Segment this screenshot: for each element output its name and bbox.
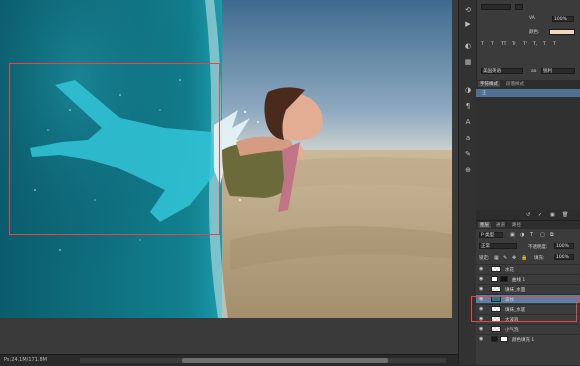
layer-row[interactable]: ◉ 水花 xyxy=(476,264,580,273)
tab-layers[interactable]: 图层 xyxy=(478,222,491,228)
character-styles-panel: 字符样式 段落样式 正 ↺ ✓ ▣ 🗑 xyxy=(476,80,580,220)
layer-row[interactable]: ◉ 曲线 1 xyxy=(476,274,580,283)
layer-row[interactable]: ◉ 小气泡 xyxy=(476,324,580,333)
faux-italic-button[interactable]: T xyxy=(491,42,494,47)
layer-thumbnail xyxy=(491,266,501,272)
small-caps-button[interactable]: Tr xyxy=(512,42,516,47)
document-canvas[interactable] xyxy=(0,0,458,318)
doc-size-readout: Ps:24.1M/171.8M xyxy=(4,357,47,363)
superscript-button[interactable]: T' xyxy=(523,42,527,47)
glyph-icon[interactable]: a xyxy=(463,134,473,143)
blend-mode-select[interactable]: 正常 xyxy=(479,243,517,249)
visibility-eye-icon[interactable]: ◉ xyxy=(479,286,483,292)
tab-paths[interactable]: 路径 xyxy=(510,222,523,228)
layer-name: 曲线 1 xyxy=(512,278,526,283)
layer-mask-thumbnail xyxy=(500,336,508,342)
style-item-label: 正 xyxy=(482,91,487,96)
swatches-icon[interactable]: ▦ xyxy=(463,58,473,67)
new-style-icon[interactable]: ▣ xyxy=(550,212,555,218)
layer-name: 水花 xyxy=(505,268,514,273)
filter-smart-icon[interactable]: ⧉ xyxy=(550,232,554,238)
faux-bold-button[interactable]: T xyxy=(481,42,484,47)
tab-character-styles[interactable]: 字符样式 xyxy=(478,81,500,87)
color-label: 颜色: xyxy=(529,30,540,35)
antialias-select[interactable]: 锐利 xyxy=(541,68,575,74)
styles-tabbar: 字符样式 段落样式 xyxy=(476,80,580,88)
canvas-pasteboard xyxy=(0,318,458,354)
character-properties-panel: VA 100% 颜色: T T TT Tr T' T, T T 美国英语 aa … xyxy=(476,0,580,80)
font-style-field[interactable] xyxy=(481,4,511,10)
text-color-swatch[interactable] xyxy=(549,29,575,35)
strikethrough-button[interactable]: T xyxy=(553,42,556,47)
layer-filter-select[interactable]: P 类型 xyxy=(479,232,503,238)
fill-label: 填充: xyxy=(534,256,545,261)
font-size-field[interactable] xyxy=(515,4,523,10)
lock-label: 锁定: xyxy=(479,256,490,261)
layer-row[interactable]: ◉ 填抹_水面 xyxy=(476,284,580,293)
filter-pixel-icon[interactable]: ▣ xyxy=(510,232,515,238)
visibility-eye-icon[interactable]: ◉ xyxy=(479,336,483,342)
clear-override-icon[interactable]: ↺ xyxy=(526,212,530,218)
lock-paint-icon[interactable]: ✎ xyxy=(503,255,507,261)
layer-row[interactable]: ◉ 颜色填充 1 xyxy=(476,334,580,343)
layers-panel: 图层 通道 路径 P 类型 ▣ ◑ T ▢ ⧉ 正常 不透明度: 100% 锁定… xyxy=(476,220,580,365)
redefine-style-icon[interactable]: ✓ xyxy=(538,212,542,218)
layer-mask-thumbnail xyxy=(500,276,508,282)
opacity-label: 不透明度: xyxy=(528,245,548,250)
horizontal-scrollbar[interactable] xyxy=(80,358,446,363)
layers-tabbar: 图层 通道 路径 xyxy=(476,221,580,229)
brush-icon[interactable]: ✎ xyxy=(463,150,473,159)
layer-name: 填抹_水面 xyxy=(505,288,526,293)
tracking-icon[interactable]: VA xyxy=(529,16,535,21)
curves-adjustment-icon xyxy=(491,276,498,282)
tab-channels[interactable]: 通道 xyxy=(494,222,507,228)
lock-move-icon[interactable]: ✥ xyxy=(512,255,516,261)
layer-thumbnail xyxy=(491,286,501,292)
paragraph-icon[interactable]: ¶ xyxy=(463,102,473,111)
status-bar: Ps:24.1M/171.8M xyxy=(0,354,458,366)
language-select[interactable]: 美国英语 xyxy=(481,68,523,74)
layer-thumbnail xyxy=(491,326,501,332)
aa-label: aa xyxy=(531,69,537,74)
style-list-item[interactable]: 正 xyxy=(476,89,580,97)
filter-adjust-icon[interactable]: ◑ xyxy=(520,232,524,238)
delete-style-icon[interactable]: 🗑 xyxy=(562,212,568,218)
filter-shape-icon[interactable]: ▢ xyxy=(540,232,545,238)
actions-icon[interactable]: ▶ xyxy=(463,20,473,29)
lock-pixels-icon[interactable]: ▦ xyxy=(494,255,499,261)
selection-marquee[interactable] xyxy=(9,63,220,235)
horizontal-scroll-thumb[interactable] xyxy=(182,358,388,363)
scale-field[interactable]: 100% xyxy=(552,16,574,22)
fill-layer-icon xyxy=(491,336,498,342)
layer-name: 颜色填充 1 xyxy=(512,338,535,343)
styles-footer: ↺ ✓ ▣ 🗑 xyxy=(476,210,580,220)
highlighted-layer-group-frame xyxy=(471,296,577,322)
tab-paragraph-styles[interactable]: 段落样式 xyxy=(504,81,526,87)
subscript-button[interactable]: T, xyxy=(533,42,537,47)
visibility-eye-icon[interactable]: ◉ xyxy=(479,266,483,272)
text-style-buttons: T T TT Tr T' T, T T xyxy=(481,42,579,50)
fill-field[interactable]: 100% xyxy=(554,254,574,260)
character-icon[interactable]: A xyxy=(463,118,473,127)
visibility-eye-icon[interactable]: ◉ xyxy=(479,276,483,282)
lock-all-icon[interactable]: 🔒 xyxy=(521,255,527,261)
all-caps-button[interactable]: TT xyxy=(501,42,506,47)
filter-type-icon[interactable]: T xyxy=(530,232,533,238)
visibility-eye-icon[interactable]: ◉ xyxy=(479,326,483,332)
color-icon[interactable]: ◐ xyxy=(463,42,473,51)
opacity-field[interactable]: 100% xyxy=(554,243,574,249)
history-icon[interactable]: ⟲ xyxy=(463,6,473,15)
layer-name: 小气泡 xyxy=(505,328,519,333)
clone-icon[interactable]: ⊕ xyxy=(463,166,473,175)
adjust-icon[interactable]: ◑ xyxy=(463,86,473,95)
underline-button[interactable]: T xyxy=(543,42,546,47)
